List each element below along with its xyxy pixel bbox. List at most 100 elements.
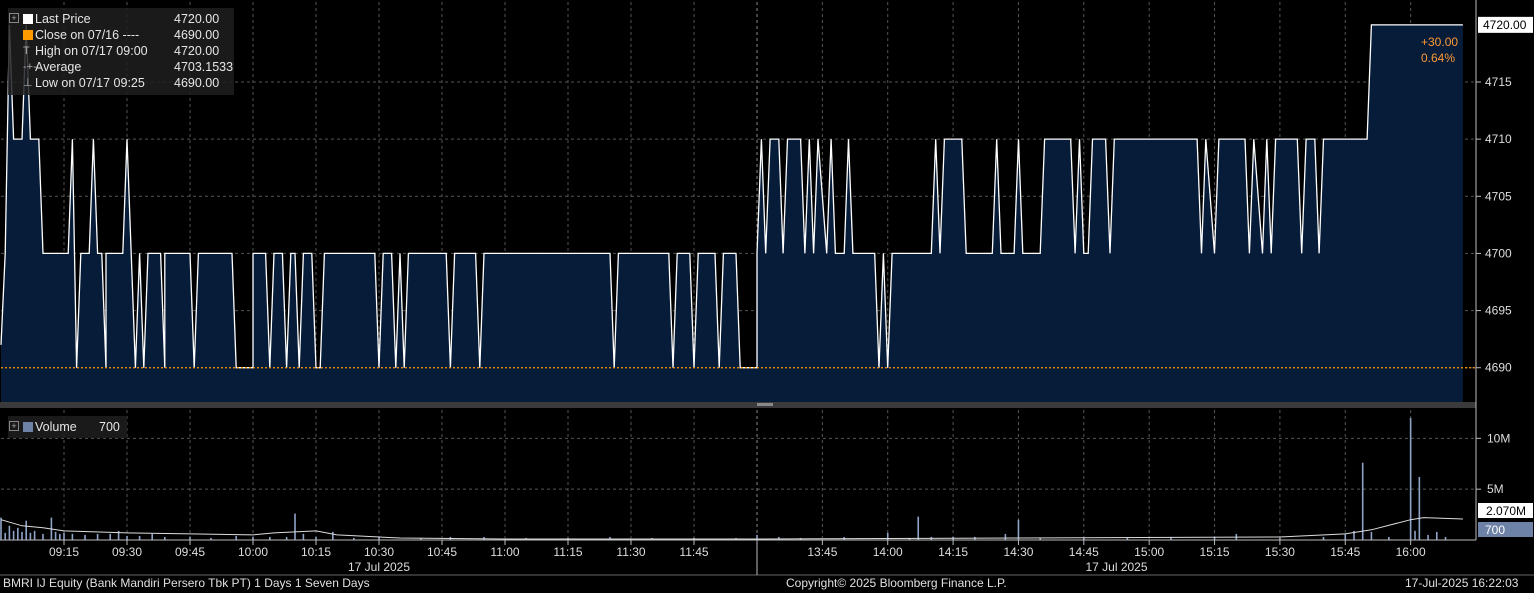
x-tick-label: 11:15 [553,545,582,559]
volume-bar [33,530,36,540]
change-percent: 0.64% [1421,51,1455,65]
splitter-handle [757,403,773,406]
volume-bar [1435,531,1438,540]
x-tick-label: 09:45 [175,545,205,559]
x-tick-label: 10:30 [364,545,394,559]
x-tick-label: 13:45 [807,545,837,559]
x-tick-label: 09:30 [112,545,142,559]
volume-bar [1344,533,1347,540]
volume-bar [17,527,19,540]
legend-label: Volume [35,420,77,434]
change-absolute: +30.00 [1421,35,1458,49]
y-axis: 4690 4695 4700 4705 4710 4715 4720.00 5M 10M 2.07… [1476,16,1533,537]
footer-copyright: Copyright© 2025 Bloomberg Finance L.P. [786,576,1007,590]
legend-row-high[interactable]: T High on 07/17 09:00 4720.00 [8,43,234,59]
x-tick-label: 15:00 [1134,545,1164,559]
volume-bar [1017,519,1020,540]
price-legend: + Last Price 4720.00 Close on 07/16 ----… [8,8,234,95]
volume-bar [4,532,6,540]
volume-bar [29,532,32,540]
footer-security: BMRI IJ Equity (Bank Mandiri Persero Tbk… [3,576,370,590]
volume-bar [294,513,296,540]
volume-bar [1361,462,1364,540]
volume-bar [84,534,86,540]
legend-label: Last Price [35,12,91,26]
volume-swatch [23,422,33,432]
volume-average-label: 2.070M [1486,504,1526,518]
x-axis: 09:15 09:30 09:45 10:00 10:15 10:30 10:45 11:00… [49,540,1426,574]
x-tick-label: 14:00 [873,545,903,559]
volume-bar [151,533,153,540]
volume-bars [0,418,1447,540]
average-icon: -+- [23,61,37,73]
x-tick-label: 09:15 [49,545,79,559]
volume-bar [59,533,61,540]
volume-bar [1418,476,1421,540]
y-tick-label: 10M [1487,431,1510,445]
x-tick-label: 10:45 [427,545,457,559]
x-tick-label: 14:45 [1069,545,1099,559]
legend-label: High on 07/17 09:00 [35,44,148,58]
last-volume-label: 700 [1485,523,1505,537]
x-tick-label: 15:15 [1200,545,1230,559]
volume-bar [63,532,65,540]
x-tick-label: 14:15 [938,545,968,559]
close-swatch [23,30,33,40]
volume-bar [1004,533,1007,540]
volume-bar [126,535,128,540]
legend-row-average[interactable]: -+- Average 4703.1533 [8,59,234,75]
volume-legend: + Volume 700 [8,416,127,438]
y-tick-label: 4695 [1485,304,1512,318]
x-tick-label: 11:45 [679,545,708,559]
legend-value: 700 [99,420,120,434]
volume-bar [0,517,2,540]
legend-value: 4703.1533 [174,60,234,74]
last-price-label: 4720.00 [1483,18,1527,32]
volume-bar [109,533,111,540]
legend-value: 4720.00 [174,12,220,26]
x-tick-label: 15:45 [1330,545,1360,559]
x-tick-label: 15:30 [1265,545,1295,559]
legend-row-volume[interactable]: + Volume 700 [8,419,127,435]
session-date-label: 17 Jul 2025 [1085,560,1147,574]
last-price-swatch [23,14,33,24]
legend-value: 4690.00 [174,28,220,42]
volume-bar [96,533,99,540]
panel-separator [0,402,1476,408]
x-tick-label: 10:15 [301,545,331,559]
volume-bar [235,535,237,540]
volume-bar [21,531,23,540]
y-tick-label: 5M [1487,482,1504,496]
y-tick-label: 4710 [1485,132,1512,146]
volume-bar [12,530,15,540]
legend-label: Average [35,60,82,74]
x-tick-label: 11:30 [616,545,645,559]
high-icon: T [23,45,30,57]
volume-bar [54,531,57,540]
legend-value: 4720.00 [174,44,220,58]
legend-row-last-price[interactable]: + Last Price 4720.00 [8,11,234,27]
session-date-label: 17 Jul 2025 [348,560,410,574]
volume-average-line [0,517,1463,540]
volume-bar [25,520,27,540]
volume-bar [302,533,305,540]
y-tick-label: 4705 [1485,189,1512,203]
volume-bar [917,516,920,540]
y-tick-label: 4715 [1485,75,1512,89]
volume-bar [332,531,334,540]
y-tick-label: 4700 [1485,246,1512,260]
legend-label: Low on 07/17 09:25 [35,76,145,90]
volume-bar [1370,531,1373,540]
expand-icon[interactable]: + [9,421,19,431]
volume-bar [71,533,74,540]
volume-bar [1409,418,1412,540]
legend-label: Close on 07/16 ---- [35,28,140,42]
volume-bar [8,525,11,540]
volume-bar [1414,530,1416,540]
volume-bar [138,535,141,540]
x-tick-label: 11:00 [490,545,519,559]
expand-icon[interactable]: + [9,13,19,23]
legend-row-close[interactable]: Close on 07/16 ---- 4690.00 [8,27,234,43]
volume-bar [1427,534,1429,540]
legend-row-low[interactable]: ⊥ Low on 07/17 09:25 4690.00 [8,75,234,91]
